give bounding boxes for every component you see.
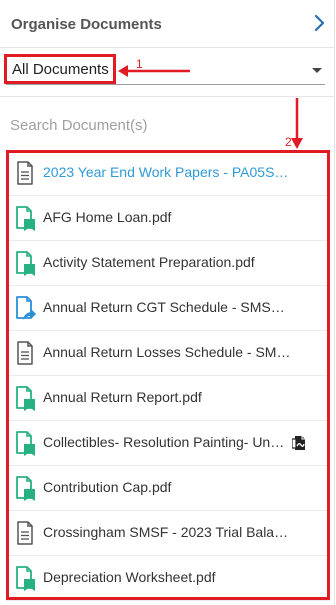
document-name: Depreciation Worksheet.pdf xyxy=(43,569,216,585)
document-name: Annual Return CGT Schedule - SMSF.pdf xyxy=(43,299,291,315)
document-name: Collectibles- Resolution Painting- Unsig… xyxy=(43,434,291,450)
document-name: Activity Statement Preparation.pdf xyxy=(43,254,255,270)
green-bookmark-doc-icon xyxy=(16,566,35,591)
annotation-box-1 xyxy=(4,54,116,84)
annotation-arrow-1-icon xyxy=(118,65,190,77)
blue-share-doc-icon xyxy=(16,296,36,320)
panel-header: Organise Documents xyxy=(0,0,335,48)
document-row[interactable]: Collectibles- Resolution Painting- Unsig… xyxy=(6,420,330,466)
plain-doc-icon xyxy=(16,161,34,185)
organise-documents-panel: Organise Documents All Documents 1 2 202… xyxy=(0,0,335,605)
document-row[interactable]: Contribution Cap.pdf xyxy=(6,465,330,511)
document-name: 2023 Year End Work Papers - PA05S.pdf xyxy=(43,164,291,180)
document-name: Annual Return Losses Schedule - SMSF.pdf xyxy=(43,344,291,360)
document-row[interactable]: Depreciation Worksheet.pdf xyxy=(6,555,330,601)
green-bookmark-doc-icon xyxy=(16,251,35,276)
document-list: 2023 Year End Work Papers - PA05S.pdf AFG… xyxy=(6,150,330,601)
green-bookmark-doc-icon xyxy=(16,206,35,231)
chevron-right-icon[interactable] xyxy=(313,14,327,32)
document-row[interactable]: Annual Return Losses Schedule - SMSF.pdf xyxy=(6,330,330,376)
green-bookmark-doc-icon xyxy=(16,386,35,411)
document-name: Annual Return Report.pdf xyxy=(43,389,202,405)
document-row[interactable]: 2023 Year End Work Papers - PA05S.pdf xyxy=(6,150,330,196)
caret-down-icon[interactable] xyxy=(312,68,322,73)
document-row[interactable]: Crossingham SMSF - 2023 Trial Balance.pd… xyxy=(6,510,330,556)
document-row[interactable]: Annual Return CGT Schedule - SMSF.pdf xyxy=(6,285,330,331)
document-row[interactable]: Activity Statement Preparation.pdf xyxy=(6,240,330,286)
signature-icon[interactable] xyxy=(292,434,308,452)
document-name: Crossingham SMSF - 2023 Trial Balance.pd… xyxy=(43,524,291,540)
green-bookmark-doc-icon xyxy=(16,476,35,501)
document-name: Contribution Cap.pdf xyxy=(43,479,172,495)
search-bar xyxy=(0,96,335,150)
annotation-label-1: 1 xyxy=(136,57,143,71)
document-row[interactable]: AFG Home Loan.pdf xyxy=(6,195,330,241)
document-name: AFG Home Loan.pdf xyxy=(43,209,172,225)
plain-doc-icon xyxy=(16,521,34,545)
panel-title: Organise Documents xyxy=(11,16,162,33)
document-row[interactable]: Annual Return Report.pdf xyxy=(6,375,330,421)
plain-doc-icon xyxy=(16,341,34,365)
search-documents-input[interactable] xyxy=(10,113,310,137)
green-bookmark-doc-icon xyxy=(16,431,35,456)
